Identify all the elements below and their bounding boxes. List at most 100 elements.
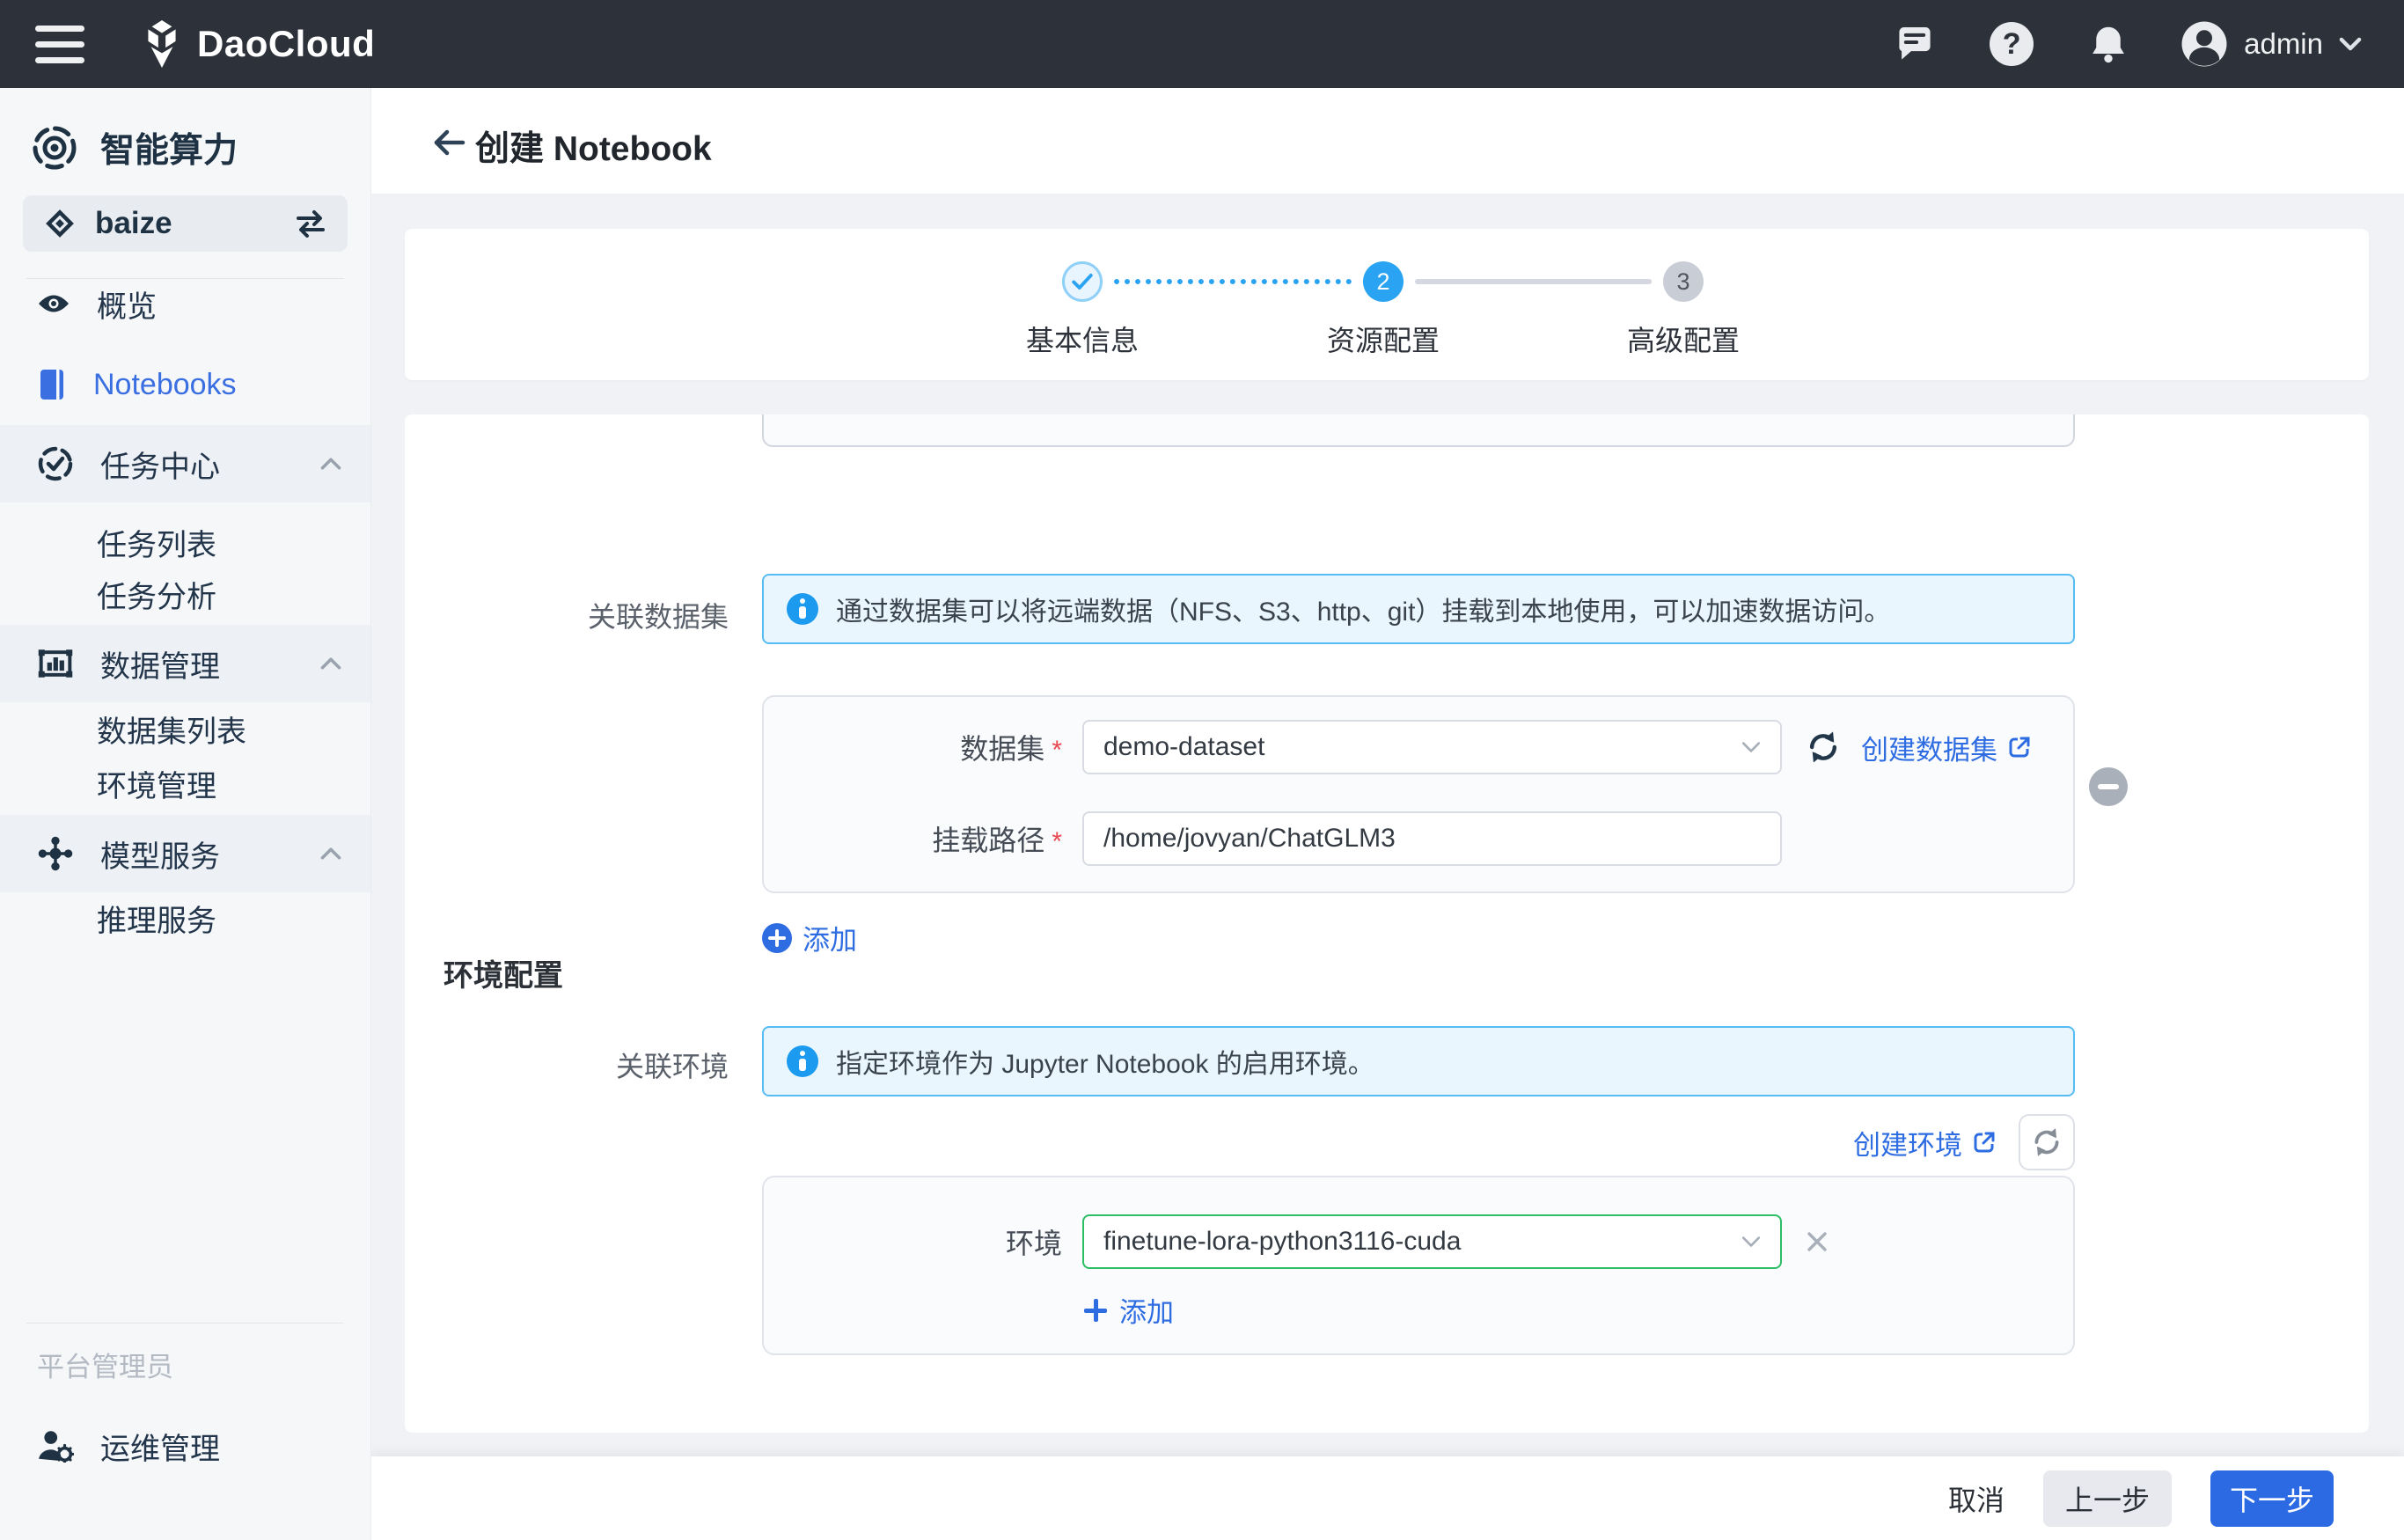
- sidebar-item-label: 数据集列表: [97, 708, 246, 751]
- module-header: 智能算力: [32, 123, 238, 172]
- previous-section-box: [762, 414, 2075, 447]
- step-2-label: 资源配置: [1278, 319, 1489, 359]
- user-gear-icon: [37, 1429, 74, 1463]
- step-1-label: 基本信息: [977, 319, 1188, 359]
- role-label: 平台管理员: [37, 1345, 173, 1384]
- sidebar-item-dataset-list[interactable]: 数据集列表: [0, 702, 370, 755]
- sidebar: 智能算力 baize 概览: [0, 88, 371, 1540]
- check-icon: [1074, 275, 1091, 288]
- dataset-info-alert: 通过数据集可以将远端数据（NFS、S3、http、git）挂载到本地使用，可以加…: [762, 574, 2075, 644]
- sidebar-item-label: 运维管理: [100, 1425, 220, 1468]
- create-dataset-label: 创建数据集: [1861, 728, 1997, 767]
- mount-path-input[interactable]: [1082, 811, 1782, 866]
- env-config-title: 环境配置: [443, 951, 563, 994]
- env-field-label: 关联环境: [405, 1045, 729, 1085]
- workspace-name: baize: [95, 206, 172, 241]
- sidebar-item-inference-service[interactable]: 推理服务: [0, 891, 370, 944]
- sidebar-group-label: 数据管理: [100, 642, 220, 686]
- select-chevron-icon: [1741, 741, 1761, 753]
- sidebar-item-ops-management[interactable]: 运维管理: [0, 1419, 370, 1472]
- form-card: 数据配置 关联数据集 通过数据集可以将远端数据（NFS、S3、http、git）…: [405, 414, 2369, 1433]
- question-glyph: ?: [2003, 27, 2021, 62]
- required-mark: *: [1052, 827, 1062, 856]
- workspace-selector[interactable]: baize: [23, 195, 348, 252]
- alert-text: 指定环境作为 Jupyter Notebook 的启用环境。: [836, 1042, 1374, 1081]
- dataset-select-value: demo-dataset: [1103, 732, 1264, 762]
- sidebar-item-env-management[interactable]: 环境管理: [0, 757, 370, 810]
- sidebar-group-task-center[interactable]: 任务中心: [0, 425, 370, 502]
- daocloud-logo-icon: [139, 19, 185, 69]
- sidebar-group-label: 任务中心: [100, 443, 220, 486]
- sidebar-item-task-list[interactable]: 任务列表: [0, 516, 370, 568]
- connector-dotted: [1114, 279, 1352, 284]
- plus-icon: [1082, 1297, 1109, 1324]
- add-dataset-link[interactable]: 添加: [762, 918, 857, 957]
- env-actions-row: 创建环境: [762, 1114, 2075, 1170]
- page-header: 创建 Notebook: [371, 88, 2404, 194]
- step-2-circle[interactable]: 2: [1363, 261, 1404, 302]
- env-select[interactable]: finetune-lora-python3116-cuda: [1082, 1214, 1782, 1269]
- topbar-actions: ? admin: [1890, 19, 2404, 69]
- workspace-icon: [42, 206, 77, 241]
- chat-icon[interactable]: [1890, 19, 1939, 69]
- brand-name: DaoCloud: [197, 23, 375, 65]
- create-dataset-link[interactable]: 创建数据集: [1861, 728, 2033, 767]
- step-1-circle[interactable]: [1062, 261, 1103, 302]
- step-wizard: 2 3 基本信息 资源配置 高级配置: [405, 229, 2369, 380]
- user-menu[interactable]: admin: [2180, 20, 2362, 68]
- chevron-up-icon: [319, 847, 342, 861]
- brand: DaoCloud: [139, 19, 375, 69]
- remove-dataset-button[interactable]: [2089, 767, 2128, 806]
- cancel-button[interactable]: 取消: [1948, 1478, 2005, 1519]
- page-title: 创建 Notebook: [475, 121, 712, 171]
- hamburger-menu-icon[interactable]: [35, 21, 88, 67]
- plus-circle-icon: [762, 923, 792, 953]
- username: admin: [2244, 27, 2323, 61]
- info-icon: [787, 1045, 818, 1077]
- module-title: 智能算力: [100, 123, 238, 172]
- step-3-label: 高级配置: [1578, 319, 1789, 359]
- topbar: DaoCloud ?: [0, 0, 2404, 88]
- model-service-icon: [37, 835, 74, 872]
- step-3-circle[interactable]: 3: [1663, 261, 1704, 302]
- sidebar-item-task-analysis[interactable]: 任务分析: [0, 568, 370, 620]
- previous-step-button[interactable]: 上一步: [2043, 1470, 2172, 1527]
- next-step-button[interactable]: 下一步: [2210, 1470, 2334, 1527]
- eye-icon: [37, 292, 70, 315]
- dataset-select[interactable]: demo-dataset: [1082, 720, 1782, 774]
- sidebar-item-label: 概览: [97, 282, 157, 326]
- sidebar-item-label: 环境管理: [97, 762, 216, 805]
- sidebar-group-model-service[interactable]: 模型服务: [0, 815, 370, 892]
- smart-compute-icon: [32, 125, 77, 171]
- env-select-value: finetune-lora-python3116-cuda: [1103, 1227, 1461, 1257]
- info-icon: [787, 593, 818, 625]
- mount-path-label: 挂载路径*: [764, 818, 1062, 859]
- sidebar-group-data-management[interactable]: 数据管理: [0, 625, 370, 702]
- bell-icon[interactable]: [2084, 19, 2133, 69]
- env-info-alert: 指定环境作为 Jupyter Notebook 的启用环境。: [762, 1026, 2075, 1096]
- book-icon: [37, 368, 67, 401]
- data-management-icon: [37, 646, 74, 681]
- task-center-icon: [37, 445, 74, 482]
- sidebar-item-label: Notebooks: [93, 368, 237, 402]
- sidebar-item-overview[interactable]: 概览: [0, 277, 370, 330]
- chevron-up-icon: [319, 657, 342, 671]
- create-env-label: 创建环境: [1853, 1123, 1962, 1162]
- add-env-link[interactable]: 添加: [1082, 1290, 1174, 1330]
- sidebar-item-notebooks[interactable]: Notebooks: [0, 358, 370, 411]
- sidebar-item-label: 推理服务: [97, 897, 216, 940]
- dataset-card: 数据集* demo-dataset 创建数据集: [762, 695, 2075, 893]
- clear-env-icon[interactable]: [1805, 1229, 1829, 1254]
- divider: [26, 1323, 344, 1324]
- help-icon[interactable]: ?: [1987, 19, 2036, 69]
- env-card: 环境 finetune-lora-python3116-cuda 添加: [762, 1176, 2075, 1355]
- switch-workspace-icon[interactable]: [293, 209, 328, 238]
- sidebar-group-label: 模型服务: [100, 832, 220, 876]
- create-env-link[interactable]: 创建环境: [1853, 1123, 1997, 1162]
- refresh-datasets-icon[interactable]: [1805, 729, 1842, 766]
- dataset-field-label: 关联数据集: [405, 595, 729, 635]
- back-button[interactable]: [429, 123, 468, 162]
- connector-solid: [1415, 279, 1652, 284]
- refresh-envs-button[interactable]: [2019, 1114, 2075, 1170]
- add-label: 添加: [803, 918, 857, 957]
